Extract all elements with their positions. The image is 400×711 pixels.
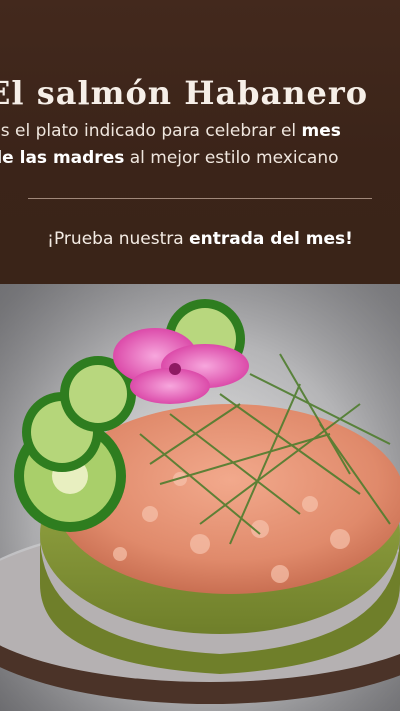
cta-text: ¡Prueba nuestra <box>47 229 190 249</box>
promo-cta: ¡Prueba nuestra entrada del mes! <box>0 229 400 249</box>
cta-bold: entrada del mes! <box>189 229 353 249</box>
promo-title: El salmón Habanero <box>0 74 369 112</box>
promo-subtitle: Es el plato indicado para celebrar el me… <box>0 118 400 172</box>
subtitle-text: Es el plato indicado para celebrar el <box>0 121 302 141</box>
subtitle-bold: de las madres <box>0 148 125 168</box>
dish-illustration <box>0 284 400 711</box>
dish-photo <box>0 284 400 711</box>
promo-header: El salmón Habanero Es el plato indicado … <box>0 0 400 284</box>
subtitle-text: al mejor estilo mexicano <box>124 148 339 168</box>
subtitle-bold: mes <box>301 121 341 141</box>
promo-subtitle-line-2: de las madres al mejor estilo mexicano <box>0 145 400 172</box>
divider <box>28 198 372 199</box>
promo-subtitle-line-1: Es el plato indicado para celebrar el me… <box>0 118 400 145</box>
